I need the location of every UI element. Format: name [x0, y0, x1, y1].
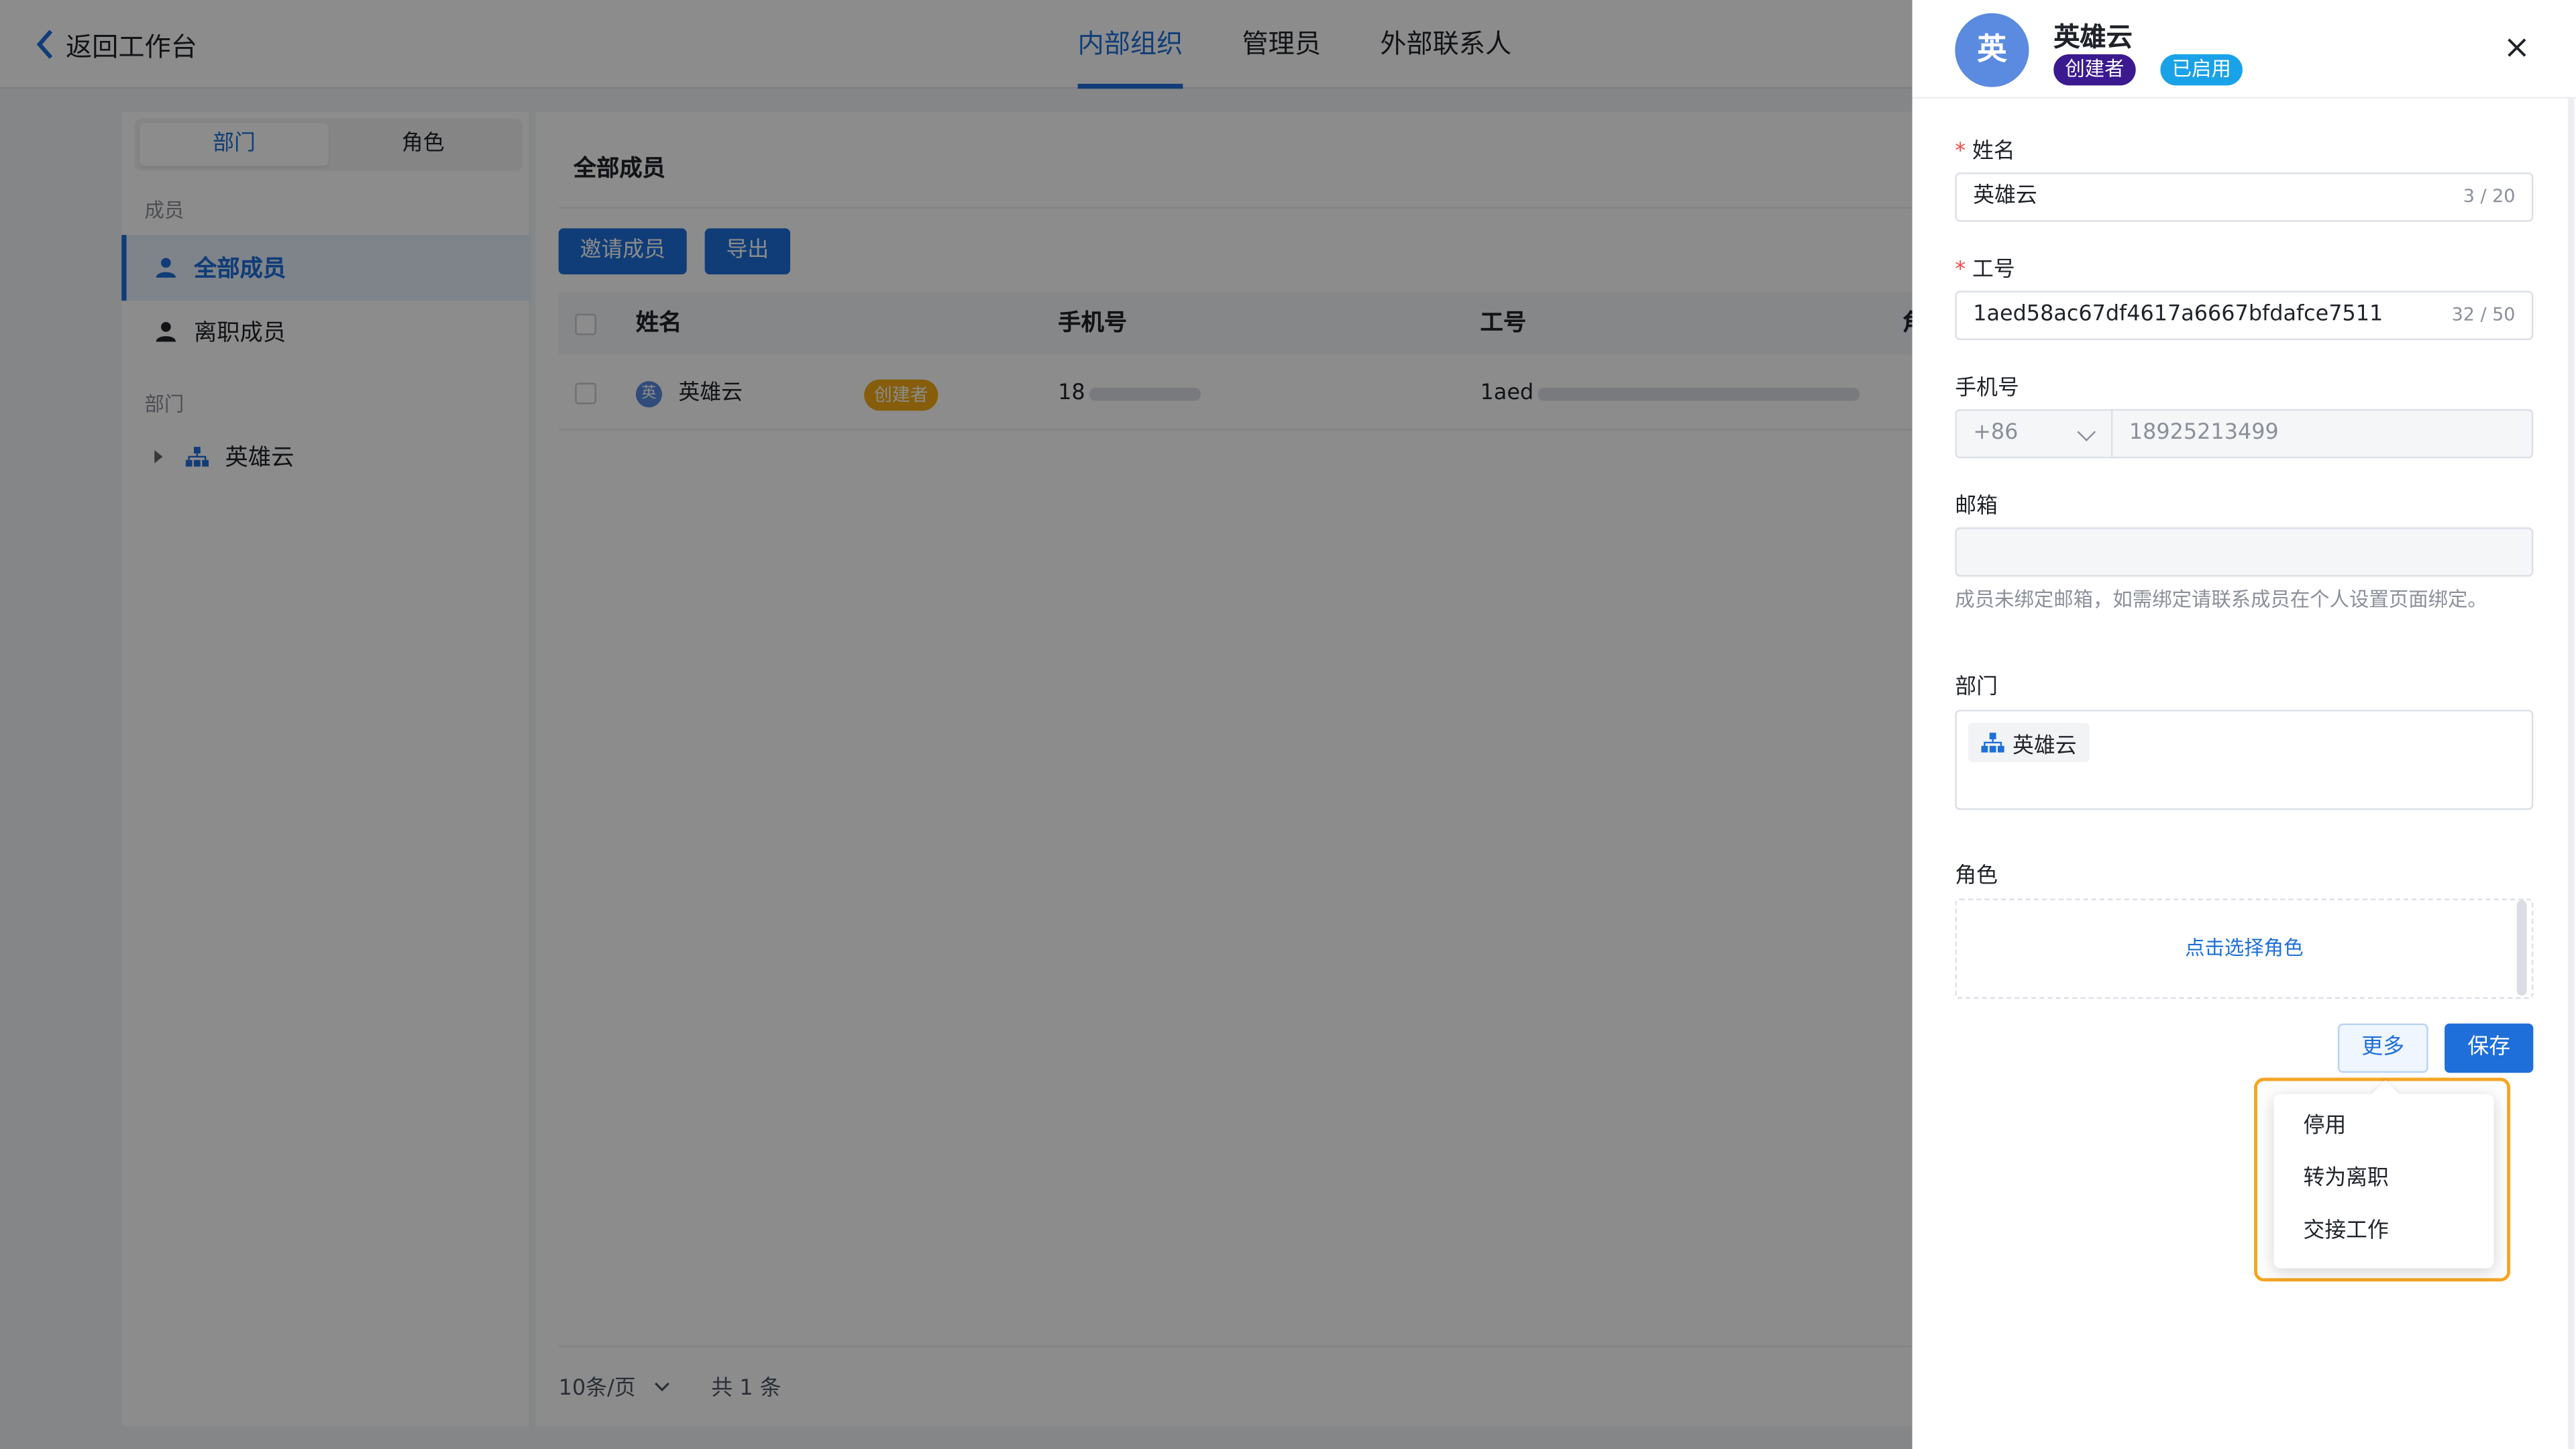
drawer-member-name: 英雄云 [2053, 21, 2133, 53]
select-role-area[interactable]: 点击选择角色 [1955, 898, 2534, 999]
drawer-header: 英 英雄云 创建者 已启用 [1912, 0, 2576, 99]
dept-chip[interactable]: 英雄云 [1968, 722, 2090, 763]
role-field-label: 角色 [1955, 864, 1998, 889]
save-button[interactable]: 保存 [2445, 1023, 2534, 1073]
email-hint: 成员未绑定邮箱，如需绑定请联系成员在个人设置页面绑定。 [1955, 588, 2487, 612]
id-field-label: * 工号 [1955, 258, 2015, 283]
chevron-down-icon [2077, 423, 2096, 441]
dept-field[interactable]: 英雄云 [1955, 709, 2534, 810]
member-detail-drawer: 英 英雄云 创建者 已启用 * 姓名 英雄云 3 / 20 * 工号 1aed58a… [1912, 0, 2576, 1449]
email-field[interactable] [1955, 527, 2534, 577]
required-mark: * [1955, 258, 1966, 283]
required-mark: * [1955, 140, 1966, 164]
menu-item-handover[interactable]: 交接工作 [2273, 1206, 2493, 1258]
more-dropdown-menu: 停用 转为离职 交接工作 [2273, 1080, 2494, 1269]
app-root: 返回工作台 内部组织 管理员 外部联系人 部门 角色 成员 全部成员 离职成员 [0, 0, 2576, 1449]
char-counter: 3 / 20 [2463, 185, 2516, 207]
role-scrollbar[interactable] [2516, 900, 2527, 996]
menu-item-disable[interactable]: 停用 [2273, 1101, 2493, 1153]
creator-badge: 创建者 [2053, 54, 2136, 86]
employee-id-field[interactable]: 1aed58ac67df4617a6667bfdafce7511 32 / 50 [1955, 290, 2534, 340]
menu-item-resign[interactable]: 转为离职 [2273, 1153, 2493, 1205]
drawer-scrollbar[interactable] [2567, 98, 2575, 1449]
employee-id-value: 1aed58ac67df4617a6667bfdafce7511 [1973, 302, 2383, 327]
status-badge: 已启用 [2160, 54, 2243, 86]
char-counter: 32 / 50 [2451, 304, 2516, 325]
name-field-label: * 姓名 [1955, 140, 2015, 164]
more-button[interactable]: 更多 [2337, 1023, 2428, 1073]
phone-field-label: 手机号 [1955, 376, 2019, 401]
name-field-value: 英雄云 [1973, 184, 2037, 209]
dept-field-label: 部门 [1955, 675, 1998, 700]
email-field-label: 邮箱 [1955, 494, 1998, 519]
avatar: 英 [1955, 13, 2029, 87]
dept-chip-label: 英雄云 [2012, 733, 2077, 759]
name-field[interactable]: 英雄云 3 / 20 [1955, 172, 2534, 222]
phone-field[interactable]: 18925213499 [2110, 409, 2534, 459]
modal-backdrop[interactable] [0, 0, 1913, 1449]
close-icon[interactable] [2504, 34, 2530, 60]
org-tree-icon [1981, 733, 2004, 753]
country-code-select[interactable]: +86 [1955, 409, 2113, 459]
